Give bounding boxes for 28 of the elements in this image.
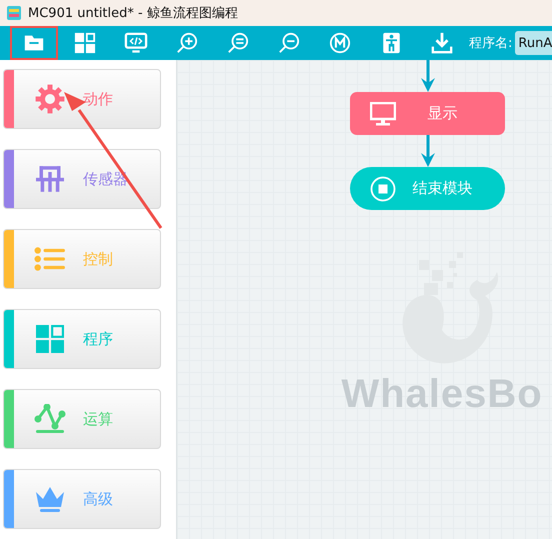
program-name-label: 程序名: [469,35,512,52]
code-monitor-icon [124,32,148,54]
monitor-icon [370,102,396,126]
line-graph-icon [34,404,66,434]
category-button[interactable]: 控制 [3,229,161,289]
stop-icon [370,176,396,202]
m-circle-icon [329,32,351,54]
gear-icon [35,84,65,114]
app-icon [6,5,22,21]
category-button[interactable]: 运算 [3,389,161,449]
program-name-field[interactable]: RunA [515,31,552,55]
toolbar-button[interactable] [10,26,58,60]
window-title: MC901 untitled* - 鲸鱼流程图编程 [28,5,238,22]
download-icon [431,32,453,54]
category-button[interactable]: 高级 [3,469,161,529]
zoom-out-icon [278,32,300,54]
category-button[interactable]: 动作 [3,69,161,129]
end-block[interactable]: 结束模块 [350,167,505,210]
flow-arrow [420,135,436,167]
grid-icon [74,32,96,54]
zoom-in-icon [176,32,198,54]
sensor-icon [35,165,65,193]
zoom-reset-icon [227,32,249,54]
grid-icon [36,325,64,353]
list-icon [34,246,66,272]
category-button[interactable]: 程序 [3,309,161,369]
figure-icon [382,32,400,54]
display-block[interactable]: 显示 [350,92,505,135]
